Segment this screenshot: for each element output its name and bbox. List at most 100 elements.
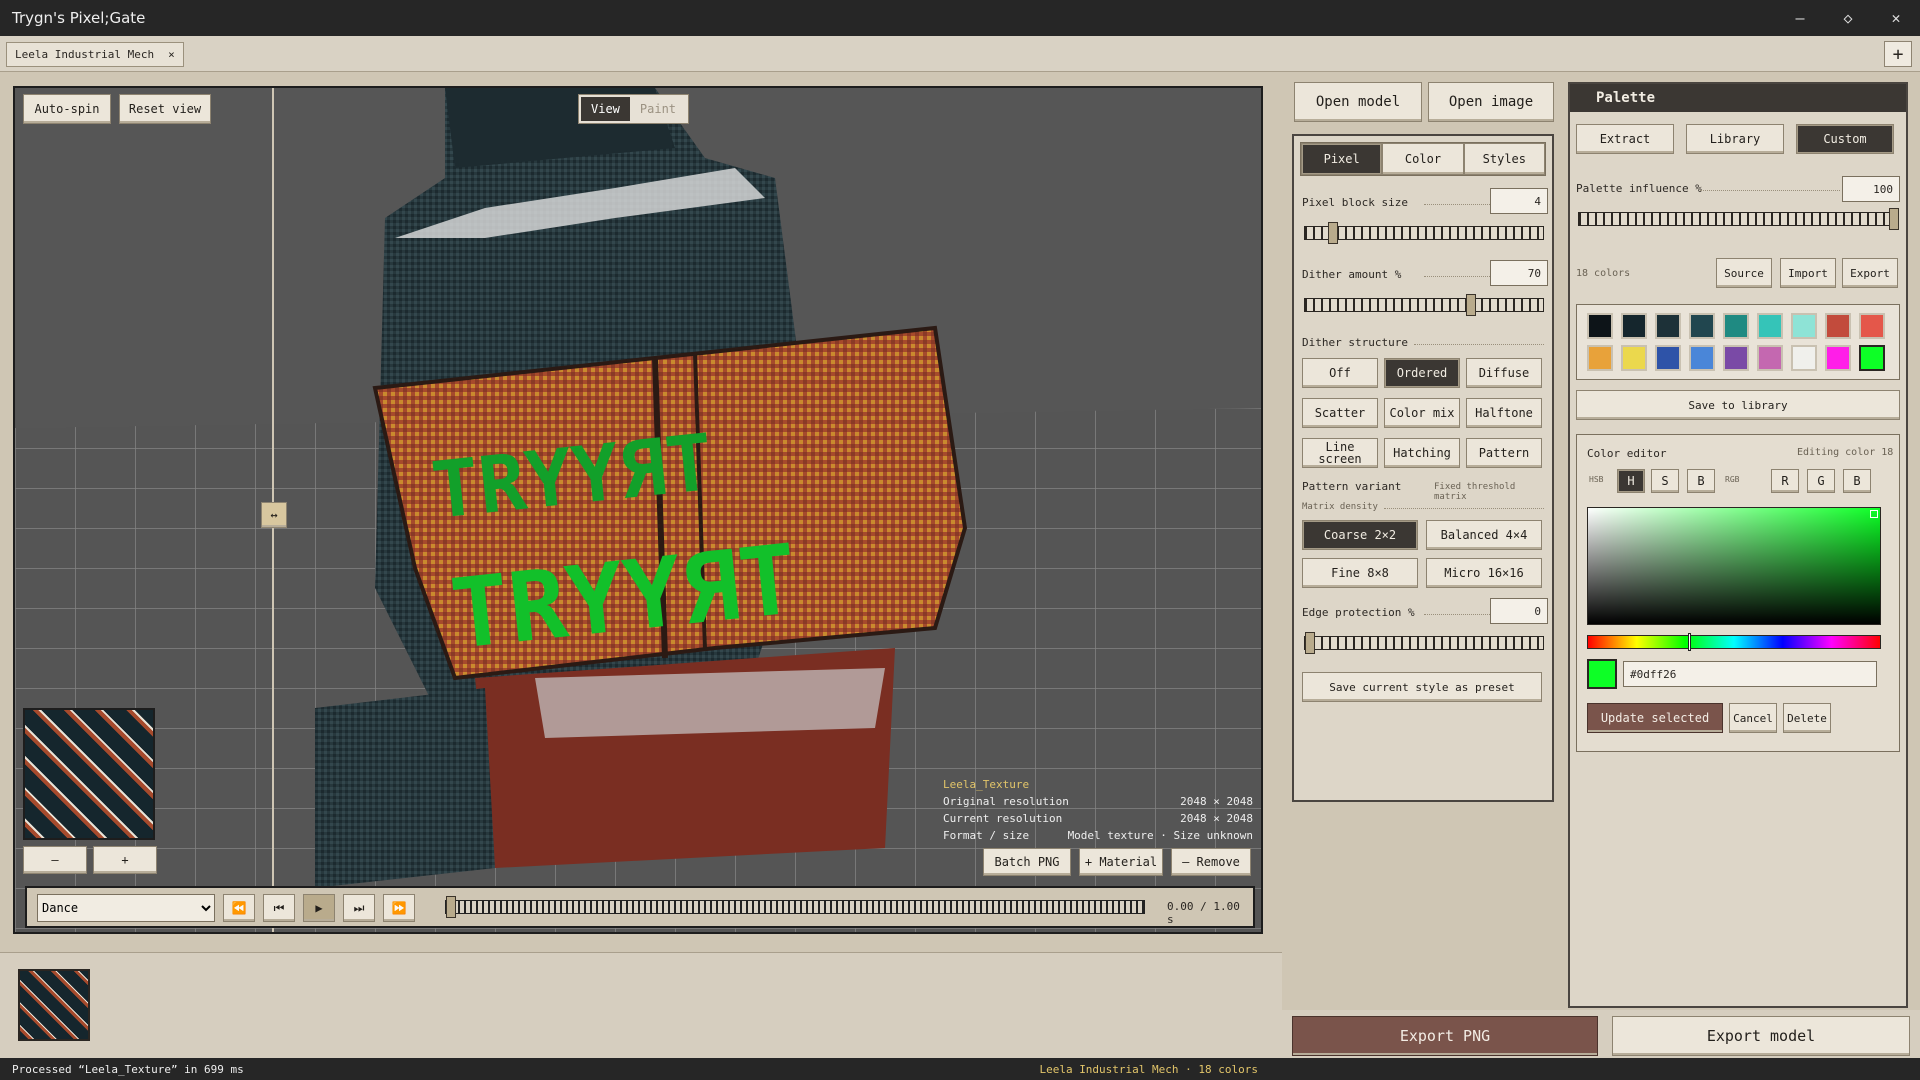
tab-pixel[interactable]: Pixel xyxy=(1301,143,1383,175)
palette-swatch[interactable] xyxy=(1621,313,1647,339)
hue-knob[interactable] xyxy=(1688,633,1691,651)
add-material-button[interactable]: + Material xyxy=(1079,848,1163,876)
palette-swatch[interactable] xyxy=(1689,313,1715,339)
auto-spin-button[interactable]: Auto-spin xyxy=(23,94,111,124)
palette-swatch[interactable] xyxy=(1757,313,1783,339)
add-tab-button[interactable]: + xyxy=(1884,41,1912,67)
close-button[interactable]: ✕ xyxy=(1872,0,1920,36)
structure-off-button[interactable]: Off xyxy=(1302,358,1378,388)
remove-material-button[interactable]: – Remove xyxy=(1171,848,1251,876)
palette-swatch[interactable] xyxy=(1859,345,1885,371)
hsb-b-button[interactable]: B xyxy=(1687,469,1715,493)
minimize-button[interactable]: – xyxy=(1776,0,1824,36)
reset-view-button[interactable]: Reset view xyxy=(119,94,211,124)
structure-halftone-button[interactable]: Halftone xyxy=(1466,398,1542,428)
palette-influence-field[interactable]: 100 xyxy=(1842,176,1900,202)
maximize-button[interactable]: ◇ xyxy=(1824,0,1872,36)
palette-influence-slider[interactable] xyxy=(1578,208,1899,230)
texture-thumbnail[interactable] xyxy=(23,708,155,840)
palette-swatch[interactable] xyxy=(1791,313,1817,339)
export-model-button[interactable]: Export model xyxy=(1612,1016,1910,1056)
slider-knob[interactable] xyxy=(1466,294,1476,316)
slider-knob[interactable] xyxy=(1328,222,1338,244)
save-library-button[interactable]: Save to library xyxy=(1576,390,1900,420)
structure-color-mix-button[interactable]: Color mix xyxy=(1384,398,1460,428)
tab-color[interactable]: Color xyxy=(1382,143,1464,175)
batch-png-button[interactable]: Batch PNG xyxy=(983,848,1071,876)
rgb-g-button[interactable]: G xyxy=(1807,469,1835,493)
hsb-h-button[interactable]: H xyxy=(1617,469,1645,493)
palette-swatch[interactable] xyxy=(1825,313,1851,339)
delete-button[interactable]: Delete xyxy=(1783,703,1831,733)
texture-thumb-item[interactable] xyxy=(18,969,90,1041)
export-palette-button[interactable]: Export xyxy=(1842,258,1898,288)
palette-swatch[interactable] xyxy=(1587,313,1613,339)
block-size-slider[interactable] xyxy=(1304,222,1544,244)
edge-slider[interactable] xyxy=(1304,632,1544,654)
structure-scatter-button[interactable]: Scatter xyxy=(1302,398,1378,428)
animation-select[interactable]: Dance xyxy=(37,894,215,922)
edge-field[interactable]: 0 xyxy=(1490,598,1548,624)
open-model-button[interactable]: Open model xyxy=(1294,82,1422,122)
density-micro-button[interactable]: Micro 16×16 xyxy=(1426,558,1542,588)
structure-hatching-button[interactable]: Hatching xyxy=(1384,438,1460,468)
zoom-out-button[interactable]: – xyxy=(23,846,87,874)
prev-frame-icon[interactable]: ⏮ xyxy=(263,894,295,922)
tab-extract[interactable]: Extract xyxy=(1576,124,1674,154)
rewind-icon[interactable]: ⏪ xyxy=(223,894,255,922)
saturation-brightness-picker[interactable] xyxy=(1587,507,1881,625)
update-selected-button[interactable]: Update selected xyxy=(1587,703,1723,733)
tab-leela-industrial-mech[interactable]: Leela Industrial Mech × xyxy=(6,42,184,67)
hue-slider[interactable] xyxy=(1587,633,1881,651)
splitter-handle-icon[interactable]: ↔ xyxy=(261,502,287,528)
palette-swatch[interactable] xyxy=(1587,345,1613,371)
structure-line-screen-button[interactable]: Line screen xyxy=(1302,438,1378,468)
block-size-field[interactable]: 4 xyxy=(1490,188,1548,214)
palette-swatch[interactable] xyxy=(1621,345,1647,371)
structure-diffuse-button[interactable]: Diffuse xyxy=(1466,358,1542,388)
timeline-scrubber[interactable] xyxy=(445,896,1145,918)
next-frame-icon[interactable]: ⏭ xyxy=(343,894,375,922)
cancel-button[interactable]: Cancel xyxy=(1729,703,1777,733)
fast-forward-icon[interactable]: ⏩ xyxy=(383,894,415,922)
export-png-button[interactable]: Export PNG xyxy=(1292,1016,1598,1056)
rgb-r-button[interactable]: R xyxy=(1771,469,1799,493)
palette-swatch[interactable] xyxy=(1655,345,1681,371)
palette-swatch[interactable] xyxy=(1825,345,1851,371)
palette-swatch[interactable] xyxy=(1655,313,1681,339)
density-balanced-button[interactable]: Balanced 4×4 xyxy=(1426,520,1542,550)
palette-swatch[interactable] xyxy=(1689,345,1715,371)
play-icon[interactable]: ▶ xyxy=(303,894,335,922)
save-preset-button[interactable]: Save current style as preset xyxy=(1302,672,1542,702)
tab-styles[interactable]: Styles xyxy=(1463,143,1545,175)
palette-swatch[interactable] xyxy=(1757,345,1783,371)
density-coarse-button[interactable]: Coarse 2×2 xyxy=(1302,520,1418,550)
palette-swatch[interactable] xyxy=(1791,345,1817,371)
mode-paint-button[interactable]: Paint xyxy=(630,97,686,121)
3d-viewport[interactable]: TRYYЯT TRYYЯT Auto-spin Reset view View … xyxy=(13,86,1263,934)
import-button[interactable]: Import xyxy=(1780,258,1836,288)
slider-knob[interactable] xyxy=(1305,632,1315,654)
divider xyxy=(1700,190,1840,191)
zoom-in-button[interactable]: + xyxy=(93,846,157,874)
dither-slider[interactable] xyxy=(1304,294,1544,316)
mode-view-button[interactable]: View xyxy=(581,97,630,121)
tab-library[interactable]: Library xyxy=(1686,124,1784,154)
picker-cursor[interactable] xyxy=(1870,510,1878,518)
hsb-s-button[interactable]: S xyxy=(1651,469,1679,493)
palette-swatch[interactable] xyxy=(1859,313,1885,339)
hex-input[interactable]: #0dff26 xyxy=(1623,661,1877,687)
timeline-knob[interactable] xyxy=(446,896,456,918)
palette-swatch[interactable] xyxy=(1723,345,1749,371)
open-image-button[interactable]: Open image xyxy=(1428,82,1554,122)
structure-ordered-button[interactable]: Ordered xyxy=(1384,358,1460,388)
dither-field[interactable]: 70 xyxy=(1490,260,1548,286)
density-fine-button[interactable]: Fine 8×8 xyxy=(1302,558,1418,588)
palette-swatch[interactable] xyxy=(1723,313,1749,339)
tab-custom[interactable]: Custom xyxy=(1796,124,1894,154)
structure-pattern-button[interactable]: Pattern xyxy=(1466,438,1542,468)
rgb-b-button[interactable]: B xyxy=(1843,469,1871,493)
slider-knob[interactable] xyxy=(1889,208,1899,230)
source-button[interactable]: Source xyxy=(1716,258,1772,288)
tab-close-icon[interactable]: × xyxy=(168,48,175,61)
